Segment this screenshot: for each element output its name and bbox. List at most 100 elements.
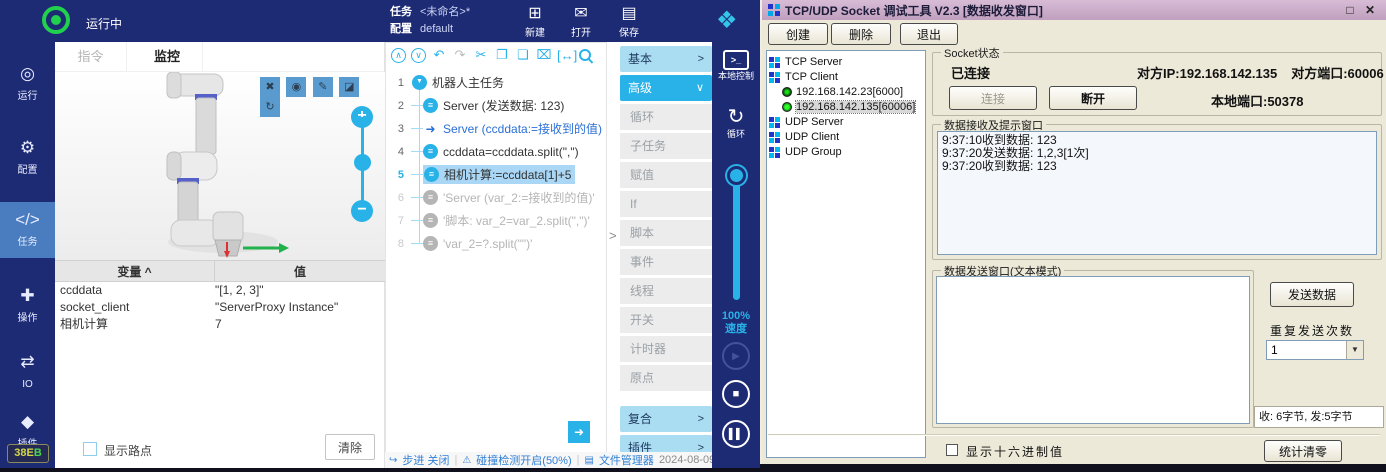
eraser-icon[interactable]: ◪	[339, 77, 359, 97]
tree-item-connection-selected[interactable]: 192.168.142.135[60006]	[769, 99, 923, 114]
sidebar-item-io[interactable]: ⇄ IO	[0, 344, 55, 400]
cut-icon[interactable]: ✂	[473, 47, 489, 63]
robot-3d-view[interactable]: ✖ ◉ ✎ ◪ ↻ + −	[55, 72, 385, 260]
palette-item-event[interactable]: 事件	[620, 249, 712, 275]
palette-item-timer[interactable]: 计时器	[620, 336, 712, 362]
tree-node-selected[interactable]: 5 ≡ 相机计算:=ccddata[1]+5	[386, 163, 606, 186]
eye-icon[interactable]: ◉	[286, 77, 306, 97]
connect-button[interactable]: 连接	[949, 86, 1037, 110]
repeat-count-value: 1	[1271, 343, 1278, 357]
open-task-button[interactable]: ✉ 打开	[558, 4, 604, 39]
sidebar-label: 操作	[18, 313, 38, 324]
send-textarea[interactable]	[936, 276, 1250, 424]
show-waypoints-checkbox[interactable]	[83, 442, 97, 456]
palette-item-subtask[interactable]: 子任务	[620, 133, 712, 159]
tree-item-udp-client[interactable]: UDP Client	[769, 129, 923, 144]
palette-item-origin[interactable]: 原点	[620, 365, 712, 391]
col-value[interactable]: 值	[215, 261, 385, 281]
zoom-slider-thumb[interactable]	[354, 154, 371, 171]
tree-node-disabled[interactable]: 7 ≡ '脚本: var_2=var_2.split(",")'	[386, 209, 606, 232]
instruction-icon: ≡	[424, 167, 439, 182]
disconnect-button[interactable]: 断开	[1049, 86, 1137, 110]
expand-node-icon[interactable]: ▼	[412, 75, 427, 90]
collision-status[interactable]: 碰撞检测开启(50%)	[476, 452, 571, 468]
speed-slider-thumb[interactable]	[727, 166, 746, 185]
delete-button[interactable]: 删除	[831, 23, 891, 45]
collapse-panel-arrow[interactable]: >	[609, 228, 617, 243]
palette-item-loop[interactable]: 循环	[620, 104, 712, 130]
palette-item-assign[interactable]: 赋值	[620, 162, 712, 188]
stop-button[interactable]: ■	[712, 380, 760, 408]
table-row[interactable]: ccddata "[1, 2, 3]"	[55, 282, 385, 299]
tree-node-disabled[interactable]: 8 ≡ 'var_2=?.split("")'	[386, 232, 606, 255]
sidebar-item-run[interactable]: ◎ 运行	[0, 56, 55, 112]
search-icon[interactable]	[578, 48, 593, 63]
replace-icon[interactable]: [↔]	[557, 48, 573, 63]
step-forward-button[interactable]: ▶	[712, 342, 760, 370]
redo-icon[interactable]: ↷	[452, 47, 468, 63]
sidebar-item-operate[interactable]: ✚ 操作	[0, 278, 55, 334]
tree-item-tcp-client[interactable]: TCP Client	[769, 69, 923, 84]
loop-mode-button[interactable]: ↻ 循环	[712, 106, 760, 140]
palette-item-switch[interactable]: 开关	[620, 307, 712, 333]
running-indicator-icon	[42, 6, 70, 34]
repeat-count-label: 重复发送次数	[1270, 322, 1354, 339]
rotate-view-icon[interactable]: ↻	[260, 97, 280, 117]
expand-all-icon[interactable]: ∨	[411, 48, 426, 63]
tab-command[interactable]: 指令	[55, 42, 127, 72]
trash-icon[interactable]: ⌧	[536, 47, 552, 63]
instruction-palette: 基本 > 高级 ∨ 循环 子任务 赋值 If 脚本 事件 线程 开关 计时器 原…	[620, 46, 712, 464]
copy-icon[interactable]: ❐	[494, 47, 510, 63]
tree-node[interactable]: 2 ≡ Server (发送数据: 123)	[386, 94, 606, 117]
sidebar-item-config[interactable]: ⚙ 配置	[0, 130, 55, 186]
save-task-button[interactable]: ▤ 保存	[606, 4, 652, 39]
dropdown-arrow-icon[interactable]: ▼	[1346, 341, 1363, 359]
table-row[interactable]: socket_client "ServerProxy Instance"	[55, 299, 385, 316]
pause-button[interactable]: ▌▌	[712, 420, 760, 448]
repeat-count-select[interactable]: 1 ▼	[1266, 340, 1364, 360]
tree-node-root[interactable]: 1 ▼ 机器人主任务	[386, 71, 606, 94]
send-data-button[interactable]: 发送数据	[1270, 282, 1354, 307]
tree-node-disabled[interactable]: 6 ≡ 'Server (var_2:=接收到的值)'	[386, 186, 606, 209]
tools-icon[interactable]: ✖	[260, 77, 280, 97]
sidebar-item-task[interactable]: </> 任务	[0, 202, 55, 258]
tree-item-tcp-server[interactable]: TCP Server	[769, 54, 923, 69]
table-row[interactable]: 相机计算 7	[55, 316, 385, 333]
undo-icon[interactable]: ↶	[431, 47, 447, 63]
close-button[interactable]: ✕	[1360, 3, 1380, 17]
paste-icon[interactable]: ❏	[515, 47, 531, 63]
tree-item-connection[interactable]: 192.168.142.23[6000]	[769, 84, 923, 99]
clear-button[interactable]: 清除	[325, 434, 375, 460]
col-variable[interactable]: 变量 ^	[55, 261, 215, 281]
palette-item-thread[interactable]: 线程	[620, 278, 712, 304]
palette-item-script[interactable]: 脚本	[620, 220, 712, 246]
network-node-icon	[769, 146, 781, 158]
palette-item-if[interactable]: If	[620, 191, 712, 217]
window-titlebar[interactable]: TCP/UDP Socket 调试工具 V2.3 [数据收发窗口] □ ✕	[762, 0, 1386, 20]
measure-icon[interactable]: ✎	[313, 77, 333, 97]
collapse-all-icon[interactable]: ∧	[391, 48, 406, 63]
exit-button[interactable]: 退出	[900, 23, 958, 45]
variable-table: 变量 ^ 值 ccddata "[1, 2, 3]" socket_client…	[55, 260, 385, 333]
palette-group-composite[interactable]: 复合 >	[620, 406, 712, 432]
new-task-button[interactable]: ⊞ 新建	[512, 4, 558, 39]
reset-stats-button[interactable]: 统计清零	[1264, 440, 1342, 462]
tree-item-udp-group[interactable]: UDP Group	[769, 144, 923, 159]
maximize-button[interactable]: □	[1340, 3, 1360, 17]
status-bar: ↪ 步进 关闭 | ⚠ 碰撞检测开启(50%) | ▤ 文件管理器 2024-0…	[385, 452, 712, 468]
create-button[interactable]: 创建	[768, 23, 828, 45]
palette-group-basic[interactable]: 基本 >	[620, 46, 712, 72]
save-task-label: 保存	[606, 24, 652, 39]
zoom-out-button[interactable]: −	[351, 200, 373, 222]
hex-display-checkbox[interactable]	[946, 444, 958, 456]
next-arrow-button[interactable]: ➜	[568, 421, 590, 443]
tree-item-udp-server[interactable]: UDP Server	[769, 114, 923, 129]
palette-group-advanced[interactable]: 高级 ∨	[620, 75, 712, 101]
step-status[interactable]: 步进 关闭	[402, 452, 449, 468]
local-control-button[interactable]: >_ 本地控制	[712, 50, 760, 82]
tab-monitor[interactable]: 监控	[131, 42, 203, 72]
tree-node-current[interactable]: 3 ➜ Server (ccddata:=接收到的值)	[386, 117, 606, 140]
receive-log[interactable]: 9:37:10收到数据: 123 9:37:20发送数据: 1,2,3[1次] …	[937, 131, 1377, 255]
file-manager-link[interactable]: 文件管理器	[599, 452, 654, 468]
tree-node[interactable]: 4 ≡ ccddata=ccddata.split(",")	[386, 140, 606, 163]
